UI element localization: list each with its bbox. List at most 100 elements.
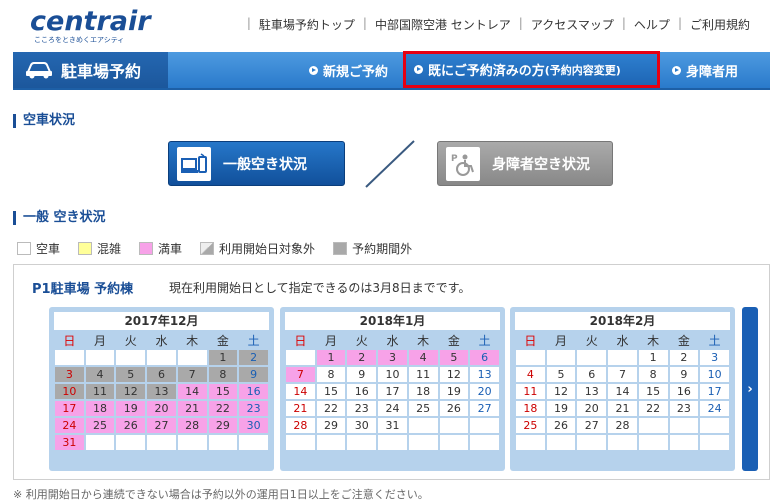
calendar-day[interactable]: 31 [377,417,408,434]
nav-parking-top-link[interactable]: 駐車場予約トップ [259,16,355,33]
calendar-day[interactable]: 17 [377,383,408,400]
calendar-day[interactable]: 30 [238,417,269,434]
calendar-day[interactable]: 28 [285,417,316,434]
calendar-day[interactable]: 9 [346,366,378,383]
general-vacancy-button[interactable]: 一般空き状況 [168,141,345,186]
calendar-day[interactable]: 9 [238,366,269,383]
calendar-day[interactable]: 18 [407,383,439,400]
calendar-day[interactable]: 24 [699,400,730,417]
calendar-day[interactable]: 7 [176,366,208,383]
calendar-day[interactable]: 7 [607,366,638,383]
calendar-day[interactable]: 28 [607,417,638,434]
calendar-day[interactable]: 14 [607,383,638,400]
calendar-day[interactable]: 14 [176,383,208,400]
calendar-day[interactable]: 26 [545,417,577,434]
calendar-day[interactable]: 23 [346,400,378,417]
calendar-day[interactable]: 9 [668,366,700,383]
calendar-day[interactable]: 12 [115,383,147,400]
calendar-day[interactable]: 13 [576,383,608,400]
calendar-day[interactable]: 3 [699,349,730,366]
next-month-button[interactable]: › [742,307,758,471]
calendar-day[interactable]: 20 [469,383,500,400]
calendar-day[interactable]: 28 [176,417,208,434]
calendar-day[interactable]: 19 [438,383,470,400]
calendar-day[interactable]: 21 [607,400,638,417]
centrair-logo[interactable]: centrair こころをときめくエアシティ [30,8,151,45]
nav-centrair-link[interactable]: 中部国際空港 セントレア [375,16,511,33]
calendar-day[interactable]: 26 [438,400,470,417]
calendar-day[interactable]: 29 [315,417,347,434]
calendar-day[interactable]: 7 [285,366,316,383]
calendar-day[interactable]: 4 [84,366,116,383]
calendar-day[interactable]: 17 [54,400,85,417]
calendar-day[interactable]: 22 [315,400,347,417]
calendar-day[interactable]: 14 [285,383,316,400]
calendar-day[interactable]: 12 [438,366,470,383]
calendar-day[interactable]: 16 [668,383,700,400]
calendar-day[interactable]: 21 [285,400,316,417]
disabled-reservation-link[interactable]: 身障者用 [672,52,738,88]
calendar-day[interactable]: 29 [207,417,239,434]
calendar-day[interactable]: 23 [238,400,269,417]
calendar-day[interactable]: 25 [407,400,439,417]
calendar-day[interactable]: 5 [545,366,577,383]
calendar-day[interactable]: 4 [515,366,546,383]
calendar-day[interactable]: 1 [315,349,347,366]
new-reservation-link[interactable]: 新規ご予約 [309,52,388,88]
calendar-day[interactable]: 19 [115,400,147,417]
calendar-day[interactable]: 22 [207,400,239,417]
calendar-day[interactable]: 11 [515,383,546,400]
calendar-day[interactable]: 27 [469,400,500,417]
calendar-day[interactable]: 12 [545,383,577,400]
calendar-day[interactable]: 10 [54,383,85,400]
calendar-day[interactable]: 24 [54,417,85,434]
calendar-day[interactable]: 27 [576,417,608,434]
calendar-day[interactable]: 17 [699,383,730,400]
calendar-day[interactable]: 13 [146,383,177,400]
calendar-day[interactable]: 8 [315,366,347,383]
calendar-day[interactable]: 23 [668,400,700,417]
nav-help-link[interactable]: ヘルプ [634,16,670,33]
calendar-day[interactable]: 2 [238,349,269,366]
calendar-day[interactable]: 21 [176,400,208,417]
calendar-day[interactable]: 30 [346,417,378,434]
calendar-day[interactable]: 6 [469,349,500,366]
calendar-day[interactable]: 11 [84,383,116,400]
calendar-day[interactable]: 16 [238,383,269,400]
disabled-vacancy-button[interactable]: P 身障者空き状況 [437,141,613,186]
calendar-day[interactable]: 2 [346,349,378,366]
calendar-day[interactable]: 16 [346,383,378,400]
calendar-day[interactable]: 15 [207,383,239,400]
calendar-day[interactable]: 3 [54,366,85,383]
calendar-day[interactable]: 18 [84,400,116,417]
calendar-day[interactable]: 20 [576,400,608,417]
calendar-day[interactable]: 6 [576,366,608,383]
calendar-day[interactable]: 1 [207,349,239,366]
calendar-day[interactable]: 25 [84,417,116,434]
calendar-day[interactable]: 11 [407,366,439,383]
calendar-day[interactable]: 1 [637,349,669,366]
calendar-day[interactable]: 10 [699,366,730,383]
calendar-day[interactable]: 27 [146,417,177,434]
calendar-day[interactable]: 10 [377,366,408,383]
calendar-day[interactable]: 31 [54,434,85,451]
calendar-day[interactable]: 20 [146,400,177,417]
calendar-day[interactable]: 18 [515,400,546,417]
calendar-day[interactable]: 3 [377,349,408,366]
calendar-day[interactable]: 5 [438,349,470,366]
nav-terms-link[interactable]: ご利用規約 [690,16,750,33]
nav-access-map-link[interactable]: アクセスマップ [531,16,614,33]
calendar-day[interactable]: 8 [207,366,239,383]
calendar-day[interactable]: 4 [407,349,439,366]
calendar-day[interactable]: 26 [115,417,147,434]
calendar-day[interactable]: 13 [469,366,500,383]
calendar-day[interactable]: 2 [668,349,700,366]
calendar-day[interactable]: 8 [637,366,669,383]
calendar-day[interactable]: 19 [545,400,577,417]
existing-reservation-link[interactable]: 既にご予約済みの方 (予約内容変更) [403,51,660,88]
calendar-day[interactable]: 22 [637,400,669,417]
calendar-day[interactable]: 25 [515,417,546,434]
calendar-day[interactable]: 15 [637,383,669,400]
calendar-day[interactable]: 15 [315,383,347,400]
calendar-day[interactable]: 5 [115,366,147,383]
